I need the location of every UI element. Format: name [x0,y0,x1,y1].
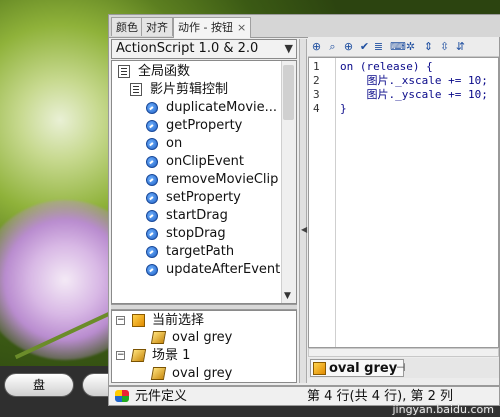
collapse-braces-icon[interactable]: ⇕ [422,40,435,53]
auto-format-icon[interactable]: ≣ [372,40,385,53]
function-icon [146,210,158,222]
function-icon [146,138,158,150]
nav-label: 当前选择 [152,313,205,328]
check-syntax-icon[interactable]: ✔ [358,40,371,53]
book-icon [118,65,130,78]
vertical-splitter[interactable]: ◀ [299,39,307,383]
scrollbar-thumb[interactable] [283,65,294,120]
actions-panel: 颜色 对齐 动作 - 按钮 × ActionScript 1.0 & 2.0 ▼ … [108,14,500,386]
tab-label: 颜色 [116,21,138,34]
tree-item[interactable]: duplicateMovie... [112,99,282,117]
code-hint-icon[interactable]: ⌨ [390,40,406,53]
actions-toolbox: ActionScript 1.0 & 2.0 ▼ 全局函数 影片剪辑控制 dup… [111,39,297,383]
selection-icon [132,314,145,327]
toolbox-tree: 全局函数 影片剪辑控制 duplicateMovie... getPropert… [111,60,297,304]
book-icon [130,83,142,96]
find-icon[interactable]: ⌕ [326,40,339,53]
tree-label: onClipEvent [166,154,244,169]
collapse-selection-icon[interactable]: ⇳ [438,40,451,53]
button-symbol-icon [313,362,326,375]
expand-all-icon[interactable]: ⇵ [454,40,467,53]
toolbox-scrollbar[interactable]: ▼ [281,61,296,303]
line-number: 3 [313,88,320,101]
tree-label: getProperty [166,118,243,133]
function-icon [146,174,158,186]
function-icon [146,246,158,258]
script-tab-label: oval grey [329,361,398,376]
tab-actions-button[interactable]: 动作 - 按钮 × [173,17,252,38]
script-toolbar: ⊕ ⌕ ⊕ ✔ ≣ ⌨ ✲ ⇕ ⇳ ⇵ [308,37,499,57]
tree-label: setProperty [166,190,241,205]
chevron-down-icon: ▼ [284,42,293,55]
tree-label: on [166,136,183,151]
collapse-icon[interactable]: − [116,316,125,325]
target-icon[interactable]: ⊕ [342,40,355,53]
nav-label: oval grey [172,366,233,381]
tree-label: targetPath [166,244,235,259]
function-icon [146,120,158,132]
function-icon [146,192,158,204]
tree-item[interactable]: on [112,135,282,153]
add-icon[interactable]: ⊕ [310,40,323,53]
tree-item[interactable]: startDrag [112,207,282,225]
close-icon[interactable]: × [237,21,246,34]
tab-color[interactable]: 颜色 [111,17,143,36]
code-line: 图片._yscale += 10; [340,88,488,101]
tree-item[interactable]: getProperty [112,117,282,135]
pin-icon[interactable]: ⊣ [396,361,406,374]
code-line: on (release) { [340,60,433,73]
tree-item[interactable]: setProperty [112,189,282,207]
tree-label: startDrag [166,208,228,223]
tree-folder-global-functions[interactable]: 全局函数 [112,63,282,81]
tab-align[interactable]: 对齐 [141,17,173,36]
line-number-gutter: 1 2 3 4 [309,58,336,347]
symbol-definitions-icon [115,390,129,402]
tree-item[interactable]: onClipEvent [112,153,282,171]
collapse-icon[interactable]: − [116,351,125,360]
code-editor[interactable]: 1 2 3 4 on (release) { 图片._xscale += 10;… [308,57,499,348]
tree-item[interactable]: stopDrag [112,225,282,243]
chevron-down-icon[interactable]: ▼ [284,291,291,301]
button-symbol-icon [150,331,167,344]
tree-item[interactable]: updateAfterEvent [112,261,282,279]
script-navigator: − 当前选择 oval grey − 场景 1 oval grey [111,310,297,383]
nav-label: oval grey [172,330,233,345]
function-icon [146,228,158,240]
editor-horizontal-scrollbar[interactable] [308,348,499,357]
tree-label: updateAfterEvent [166,262,281,277]
code-line: 图片._xscale += 10; [340,74,488,87]
line-number: 1 [313,60,320,73]
line-number: 2 [313,74,320,87]
dropdown-label: ActionScript 1.0 & 2.0 [116,41,259,56]
panel-tabs: 颜色 对齐 动作 - 按钮 × [109,15,500,38]
tree-item[interactable]: targetPath [112,243,282,261]
function-icon [146,264,158,276]
collapse-arrow-icon[interactable]: ◀ [301,225,307,234]
code-line: } [340,102,347,115]
tree-label: 影片剪辑控制 [150,82,229,97]
tree-label: 全局函数 [138,64,191,79]
nav-symbol-definitions[interactable]: 元件定义 [135,388,187,405]
tree-item[interactable]: removeMovieClip [112,171,282,189]
tab-label: 对齐 [146,21,168,34]
script-tab-oval-grey[interactable]: oval grey [310,359,405,377]
nav-label: 场景 1 [152,348,191,363]
debug-icon[interactable]: ✲ [404,40,417,53]
watermark: jingyan.baidu.com [392,403,494,416]
button-symbol-icon [150,367,167,380]
line-number: 4 [313,102,320,115]
oval-button[interactable]: 盘 [4,373,74,397]
language-dropdown[interactable]: ActionScript 1.0 & 2.0 ▼ [111,39,297,59]
script-pane: ⊕ ⌕ ⊕ ✔ ≣ ⌨ ✲ ⇕ ⇳ ⇵ 1 2 3 4 on (release)… [308,37,499,383]
script-tabs: oval grey ⊣ [308,358,499,378]
tree-label: duplicateMovie... [166,100,278,115]
tree-folder-movieclip-control[interactable]: 影片剪辑控制 [112,81,282,99]
function-icon [146,156,158,168]
scene-icon [130,349,147,362]
tree-label: removeMovieClip [166,172,279,187]
tree-label: stopDrag [166,226,226,241]
function-icon [146,102,158,114]
tab-label: 动作 - 按钮 [178,21,233,34]
